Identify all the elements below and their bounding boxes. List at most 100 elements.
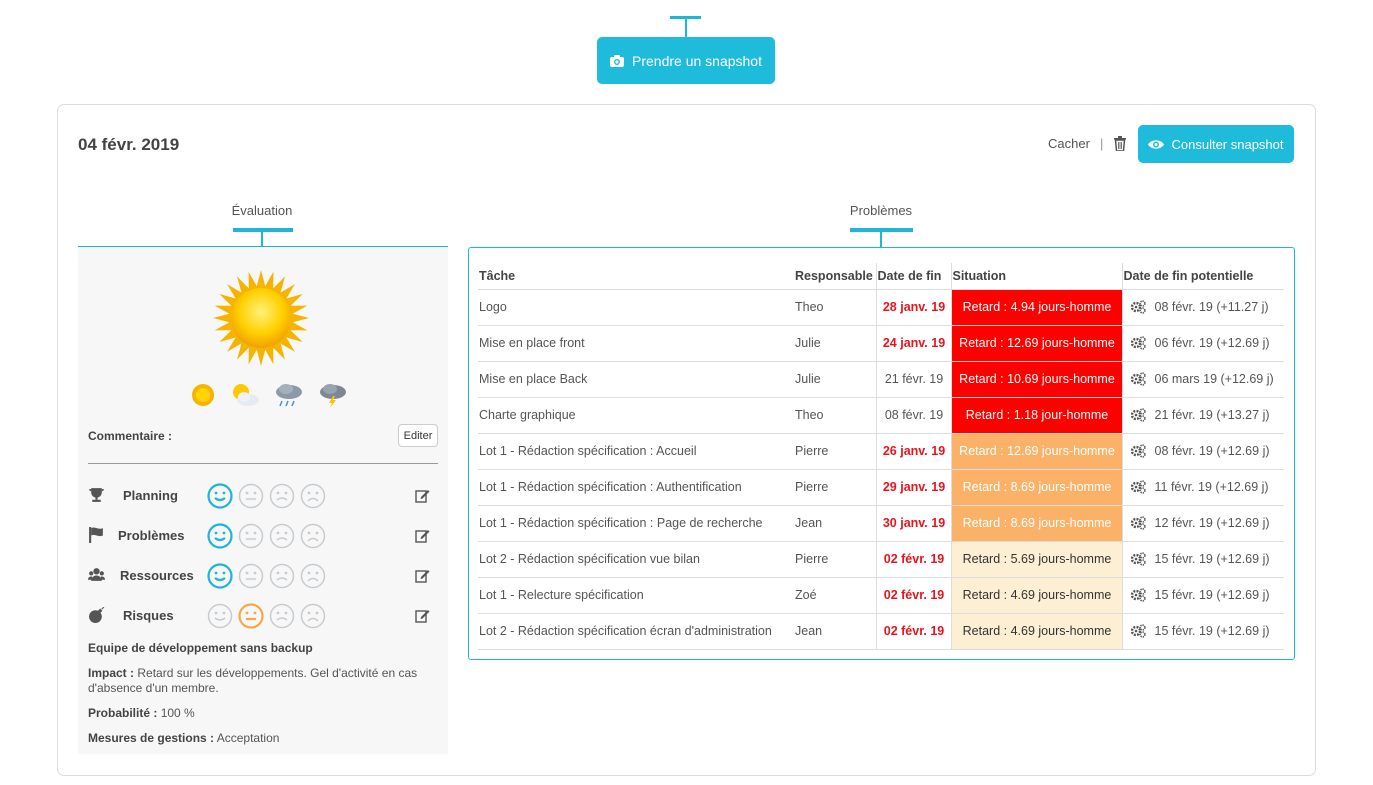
edit-icon[interactable] [415, 568, 430, 588]
potential-end-value: 08 févr. 19 (+12.69 j) [1154, 444, 1270, 458]
neutral-face-icon[interactable] [238, 483, 264, 514]
hide-link[interactable]: Cacher [1048, 136, 1090, 151]
risk-probability: Probabilité : 100 % [88, 706, 195, 721]
cell-task: Charte graphique [478, 397, 794, 434]
col-header-task[interactable]: Tâche [478, 263, 794, 290]
very-sad-face-icon[interactable] [300, 563, 326, 594]
happy-face-icon[interactable] [207, 483, 233, 514]
potential-end-value: 15 févr. 19 (+12.69 j) [1154, 552, 1270, 566]
cell-task: Lot 2 - Rédaction spécification vue bila… [478, 541, 794, 578]
happy-face-icon[interactable] [207, 523, 233, 554]
col-header-owner[interactable]: Responsable [794, 263, 876, 290]
potential-end-value: 06 févr. 19 (+12.69 j) [1154, 336, 1270, 350]
potential-end-value: 12 févr. 19 (+12.69 j) [1154, 516, 1270, 530]
cell-situation: Retard : 4.94 jours-homme [950, 289, 1122, 326]
cell-potential-end: 06 mars 19 (+12.69 j) [1121, 361, 1284, 398]
weather-sunny-icon[interactable] [190, 382, 216, 413]
take-snapshot-button[interactable]: Prendre un snapshot [597, 37, 775, 84]
bomb-icon [88, 606, 105, 628]
cell-owner: Julie [794, 325, 876, 362]
problems-title: Problèmes [849, 203, 913, 218]
col-header-end-date[interactable]: Date de fin [875, 263, 951, 290]
cell-owner: Theo [794, 397, 876, 434]
risk-impact: Impact : Retard sur les développements. … [88, 666, 417, 696]
cell-end-date: 30 janv. 19 [875, 505, 951, 542]
very-sad-face-icon[interactable] [300, 483, 326, 514]
weather-partly-cloudy-icon[interactable] [230, 382, 260, 413]
potential-end-value: 06 mars 19 (+12.69 j) [1154, 372, 1274, 386]
criterion-label: Planning [123, 488, 178, 503]
evaluation-underline [233, 228, 293, 232]
edit-icon[interactable] [415, 528, 430, 548]
potential-end-value: 08 févr. 19 (+11.27 j) [1154, 300, 1269, 314]
table-row: Mise en place front Julie 24 janv. 19 Retar… [478, 325, 1284, 362]
cell-owner: Pierre [794, 541, 876, 578]
delete-button[interactable] [1113, 136, 1127, 156]
potential-end-value: 11 févr. 19 (+12.69 j) [1154, 480, 1269, 494]
criterion-rating [207, 603, 326, 634]
cell-situation: Retard : 8.69 jours-homme [950, 469, 1122, 506]
col-header-situation[interactable]: Situation [950, 263, 1122, 290]
edit-icon[interactable] [415, 488, 430, 508]
cell-end-date: 08 févr. 19 [875, 397, 951, 434]
users-icon [87, 567, 106, 588]
very-sad-face-icon[interactable] [300, 603, 326, 634]
flag-icon [88, 527, 105, 548]
gears-icon [1130, 480, 1146, 494]
criterion-rating [207, 563, 326, 594]
cell-potential-end: 12 févr. 19 (+12.69 j) [1121, 505, 1284, 542]
cell-task: Logo [478, 289, 794, 326]
top-connector-stem [685, 17, 687, 37]
gears-icon [1130, 300, 1146, 314]
trash-icon [1114, 136, 1126, 152]
sad-face-icon[interactable] [269, 603, 295, 634]
risk-impact-value: Retard sur les développements. Gel d'act… [137, 666, 418, 680]
cell-situation: Retard : 10.69 jours-homme [950, 361, 1122, 398]
criterion-label: Problèmes [118, 528, 185, 543]
eye-icon [1148, 139, 1165, 149]
edit-comment-button[interactable]: Editer [398, 424, 438, 447]
cell-potential-end: 15 févr. 19 (+12.69 j) [1121, 577, 1284, 614]
sad-face-icon[interactable] [269, 523, 295, 554]
cell-potential-end: 06 févr. 19 (+12.69 j) [1121, 325, 1284, 362]
criterion-label: Ressources [120, 568, 194, 583]
cell-owner: Theo [794, 289, 876, 326]
cell-situation: Retard : 1.18 jour-homme [950, 397, 1122, 434]
table-row: Logo Theo 28 janv. 19 Retard : 4.94 jours-h… [478, 289, 1284, 326]
cell-potential-end: 15 févr. 19 (+12.69 j) [1121, 613, 1284, 650]
table-header-row: Tâche Responsable Date de fin Situation … [478, 263, 1284, 290]
criterion-row-planning: Planning [88, 483, 438, 509]
separator: | [1100, 136, 1104, 151]
cell-end-date: 21 févr. 19 [875, 361, 951, 398]
snapshot-date: 04 févr. 2019 [78, 135, 180, 154]
consult-snapshot-button[interactable]: Consulter snapshot [1138, 125, 1294, 163]
sad-face-icon[interactable] [269, 563, 295, 594]
risk-measures: Mesures de gestions : Acceptation [88, 731, 279, 746]
evaluation-stem [261, 230, 263, 247]
table-row: Lot 1 - Rédaction spécification : Authen… [478, 469, 1284, 506]
risk-title: Equipe de développement sans backup [88, 641, 313, 655]
table-row: Charte graphique Theo 08 févr. 19 Retard : … [478, 397, 1284, 434]
neutral-face-icon[interactable] [238, 523, 264, 554]
gears-icon [1130, 372, 1146, 386]
weather-storm-icon[interactable] [318, 382, 348, 413]
cell-potential-end: 08 févr. 19 (+11.27 j) [1121, 289, 1284, 326]
neutral-face-icon[interactable] [238, 563, 264, 594]
col-header-potential-end[interactable]: Date de fin potentielle [1121, 263, 1284, 290]
cell-situation: Retard : 12.69 jours-homme [950, 325, 1122, 362]
cell-task: Mise en place Back [478, 361, 794, 398]
neutral-face-icon[interactable] [238, 603, 264, 634]
very-sad-face-icon[interactable] [300, 523, 326, 554]
cell-task: Lot 1 - Rédaction spécification : Accuei… [478, 433, 794, 470]
potential-end-value: 15 févr. 19 (+12.69 j) [1154, 588, 1270, 602]
table-row: Lot 2 - Rédaction spécification vue bila… [478, 541, 1284, 578]
edit-icon[interactable] [415, 608, 430, 628]
table-row: Lot 1 - Rédaction spécification : Accuei… [478, 433, 1284, 470]
weather-rain-icon[interactable] [274, 382, 304, 413]
sad-face-icon[interactable] [269, 483, 295, 514]
happy-face-icon[interactable] [207, 563, 233, 594]
gears-icon [1130, 588, 1146, 602]
cell-end-date: 02 févr. 19 [875, 541, 951, 578]
cell-potential-end: 21 févr. 19 (+13.27 j) [1121, 397, 1284, 434]
happy-face-icon[interactable] [207, 603, 233, 634]
